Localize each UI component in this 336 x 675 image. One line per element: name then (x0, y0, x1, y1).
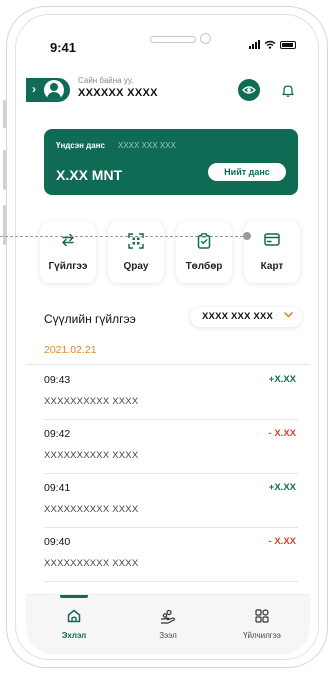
action-qpay-button[interactable]: Qpay (108, 221, 164, 283)
transaction-amount: - X.XX (268, 536, 296, 547)
profile-menu-button[interactable]: › (26, 78, 70, 102)
chevron-down-icon (284, 312, 293, 318)
side-button (3, 205, 6, 245)
all-accounts-button[interactable]: Нийт данс (208, 163, 286, 181)
notch-camera (200, 33, 211, 44)
bell-icon (282, 84, 294, 97)
signal-icon (249, 40, 260, 49)
transaction-row[interactable]: 09:42 XXXXXXXXXX XXXX - X.XX (44, 420, 298, 474)
status-time: 9:41 (50, 40, 77, 55)
divider (44, 581, 298, 582)
username: XXXXXX XXXX (78, 87, 158, 99)
loan-icon (161, 609, 175, 624)
transaction-description: XXXXXXXXXX XXXX (44, 450, 139, 461)
action-label: Qpay (123, 261, 149, 272)
transaction-time: 09:41 (44, 482, 71, 494)
chevron-right-icon: › (32, 82, 36, 96)
wifi-icon (264, 40, 276, 49)
nav-home[interactable]: Эхлэл (29, 609, 119, 649)
transaction-time: 09:42 (44, 428, 71, 440)
nav-label: Эхлэл (61, 631, 87, 640)
notch-speaker (150, 36, 196, 43)
action-payment-button[interactable]: Төлбөр (176, 221, 232, 283)
action-label: Төлбөр (185, 261, 223, 272)
active-tab-indicator (60, 595, 88, 598)
toggle-balance-visibility-button[interactable] (238, 79, 260, 101)
avatar (44, 80, 64, 100)
side-button (3, 100, 6, 128)
app-header: › Сайн байна уу, XXXXXX XXXX (26, 74, 310, 110)
nav-loan[interactable]: Зээл (123, 609, 213, 649)
transaction-description: XXXXXXXXXX XXXX (44, 396, 139, 407)
account-selector-dropdown[interactable]: XXXX XXX XXX (190, 307, 302, 327)
account-number: XXXX XXX XXX (118, 141, 176, 150)
transaction-description: XXXXXXXXXX XXXX (44, 504, 139, 515)
quick-actions: Гүйлгээ Qpay Төлбөр Карт (40, 221, 302, 283)
guide-line (0, 236, 248, 237)
action-label: Карт (260, 261, 284, 272)
transaction-amount: +X.XX (268, 482, 296, 493)
recent-transactions-title: Сүүлийн гүйлгээ (44, 312, 136, 326)
transaction-row[interactable]: 09:41 XXXXXXXXXX XXXX +X.XX (44, 474, 298, 528)
status-icons (249, 40, 296, 49)
phone-screen: 9:41 › Сайн байна уу, XXXXXX XXXX Үндсэн… (26, 26, 310, 654)
greeting-text: Сайн байна уу, (78, 76, 134, 85)
transaction-row[interactable]: 09:40 XXXXXXXXXX XXXX - X.XX (44, 528, 298, 582)
divider (26, 364, 310, 365)
account-balance: X.XX MNT (56, 167, 123, 183)
transaction-time: 09:43 (44, 374, 71, 386)
guide-dot (243, 232, 251, 240)
services-icon (255, 609, 269, 623)
transaction-amount: - X.XX (268, 428, 296, 439)
action-card-button[interactable]: Карт (244, 221, 300, 283)
home-icon (67, 609, 81, 623)
nav-label: Үйлчилгээ (243, 631, 281, 640)
transaction-amount: +X.XX (268, 374, 296, 385)
side-button (3, 150, 6, 190)
transaction-time: 09:40 (44, 536, 71, 548)
nav-label: Зээл (159, 631, 177, 640)
status-bar: 9:41 (26, 26, 310, 60)
nav-services[interactable]: Үйлчилгээ (217, 609, 307, 649)
selected-account: XXXX XXX XXX (202, 311, 274, 322)
account-card[interactable]: Үндсэн данс XXXX XXX XXX X.XX MNT Нийт д… (44, 129, 298, 195)
battery-icon (280, 40, 296, 49)
action-transfer-button[interactable]: Гүйлгээ (40, 221, 96, 283)
account-type-label: Үндсэн данс (56, 141, 105, 150)
card-icon (264, 233, 280, 246)
bottom-navigation: Эхлэл Зээл Үйлчилгээ (26, 594, 310, 654)
action-label: Гүйлгээ (48, 261, 88, 272)
eye-icon (242, 86, 256, 94)
transaction-description: XXXXXXXXXX XXXX (44, 558, 139, 569)
transaction-row[interactable]: 09:43 XXXXXXXXXX XXXX +X.XX (44, 366, 298, 420)
notifications-button[interactable] (278, 80, 298, 100)
transactions-date: 2021.02.21 (44, 344, 97, 356)
